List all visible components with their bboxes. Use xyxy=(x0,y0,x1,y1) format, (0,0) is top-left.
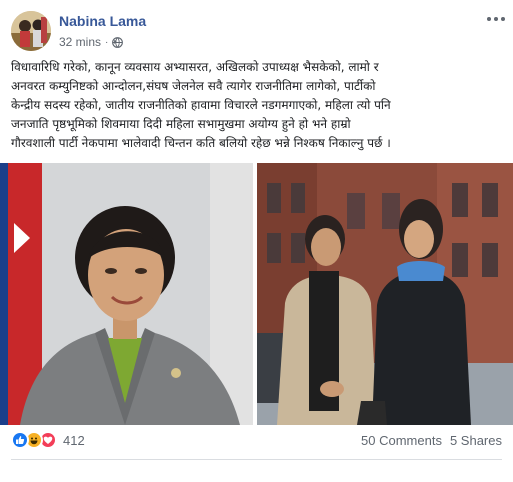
post-footer: 412 50 Comments 5 Shares xyxy=(11,430,502,452)
author-name[interactable]: Nabina Lama xyxy=(59,13,146,29)
post-text-line: विधावारिधि गरेको, कानून व्यवसाय अभ्यासरत… xyxy=(11,60,379,74)
reactions-summary[interactable]: 412 xyxy=(11,431,85,449)
post-time[interactable]: 32 mins xyxy=(59,35,101,49)
shares-link[interactable]: 5 Shares xyxy=(450,433,502,448)
comments-link[interactable]: 50 Comments xyxy=(361,433,442,448)
footer-divider xyxy=(11,459,502,460)
post-stats: 50 Comments 5 Shares xyxy=(361,433,502,448)
portrait-photo[interactable] xyxy=(0,163,253,425)
separator: · xyxy=(105,36,109,48)
post-header: Nabina Lama 32 mins · xyxy=(11,10,506,54)
avatar[interactable] xyxy=(11,11,51,51)
post-text-line: गौरवशाली पार्टी नेकपामा भालेवादी चिन्तन … xyxy=(11,136,391,150)
post-text-line: जनजाति पृष्ठभूमिको शिवमाया दिदी महिला सभ… xyxy=(11,117,351,131)
globe-icon[interactable] xyxy=(112,36,124,48)
photo-grid xyxy=(0,163,513,425)
like-icon xyxy=(11,431,29,449)
post-text-line: अनवरत कम्युनिष्टको आन्दोलन,संघष जेलनेल स… xyxy=(11,79,376,93)
street-photo[interactable] xyxy=(257,163,513,425)
post-text: विधावारिधि गरेको, कानून व्यवसाय अभ्यासरत… xyxy=(11,58,505,153)
facebook-post: Nabina Lama 32 mins · विधावारिधि गरेको, … xyxy=(0,0,513,482)
post-meta: 32 mins · xyxy=(59,35,124,49)
reaction-count: 412 xyxy=(63,432,85,448)
post-text-line: केन्द्रीय सदस्य रहेको, जातीय राजनीतिको ह… xyxy=(11,98,391,112)
more-options-icon[interactable] xyxy=(486,12,506,26)
